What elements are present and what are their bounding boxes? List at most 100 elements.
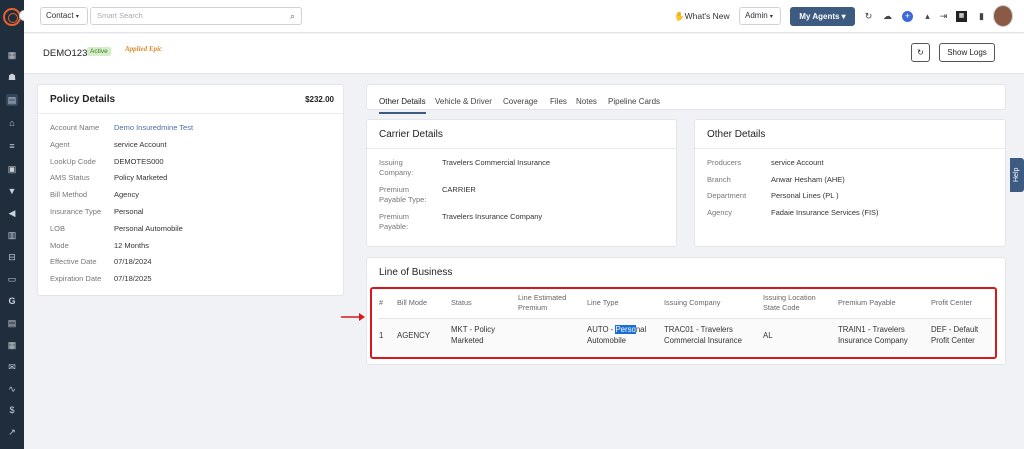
logout-icon[interactable]: ⇥ xyxy=(938,11,949,22)
field-value: service Account xyxy=(114,139,167,149)
field-value: 07/18/2024 xyxy=(114,257,152,267)
other-details-title: Other Details xyxy=(707,129,766,140)
cell-status: MKT - Policy Marketed xyxy=(451,325,496,345)
sidebar: › ▦ ☗ ▤ ⌂ ≡ ▣ ▼ ◀ ▥ ⊟ ▭ G ▤ ▦ ✉ ∿ $ ↗ xyxy=(0,0,30,449)
column-header: Status xyxy=(451,298,472,307)
column-header: Line Estimated Premium xyxy=(518,293,567,312)
field-label: LookUp Code xyxy=(50,156,96,166)
field-value[interactable]: Demo Insuredmine Test xyxy=(114,123,193,133)
tab-notes[interactable]: Notes xyxy=(576,97,597,106)
folder-icon[interactable]: ▭ xyxy=(6,273,18,285)
tab-files[interactable]: Files xyxy=(550,97,567,106)
megaphone-icon[interactable]: ◀ xyxy=(6,207,18,219)
add-icon[interactable]: + xyxy=(902,11,913,22)
field-value: Policy Marketed xyxy=(114,173,168,183)
cell-premium-payable: TRAIN1 - Travelers Insurance Company xyxy=(838,325,908,345)
policies-icon[interactable]: ▤ xyxy=(6,94,18,106)
policy-details-card: Policy Details $232.00 Account Name Demo … xyxy=(37,84,344,296)
field-label: Issuing Company: xyxy=(379,158,414,177)
account-id: DEMO1234 xyxy=(43,48,93,59)
column-header: Issuing Company xyxy=(664,298,721,307)
topbar: Contact ▾ Smart Search ⌕ ✋What's New Adm… xyxy=(24,0,1024,33)
dashboard-icon[interactable]: ▦ xyxy=(6,49,18,61)
cell-state: AL xyxy=(763,331,773,340)
column-header: Line Type xyxy=(587,298,619,307)
field-value: Personal Automobile xyxy=(114,223,183,233)
field-label: Mode xyxy=(50,240,69,250)
trend-icon[interactable]: ∿ xyxy=(6,383,18,395)
cell-line-type-2: Automobile xyxy=(587,336,627,345)
institution-icon[interactable]: ⌂ xyxy=(6,117,18,129)
whats-new-link[interactable]: ✋What's New xyxy=(674,11,730,22)
report-icon[interactable]: ▤ xyxy=(6,317,18,329)
field-value: Personal xyxy=(114,207,144,216)
cell-issuing-company: TRAC01 - Travelers Commercial Insurance xyxy=(664,325,742,345)
cell-line-type: AUTO - Personal xyxy=(587,324,667,335)
google-icon[interactable]: G xyxy=(6,295,18,307)
tab-coverage[interactable]: Coverage xyxy=(503,97,538,106)
field-value: Personal Lines (PL ) xyxy=(771,191,839,200)
list-icon[interactable]: ≡ xyxy=(6,140,18,152)
line-type-text: nal xyxy=(635,325,647,334)
show-logs-button[interactable]: Show Logs xyxy=(939,43,995,62)
column-header: Profit Center xyxy=(931,298,972,307)
field-value: CARRIER xyxy=(442,185,476,194)
contact-select[interactable]: Contact ▾ xyxy=(40,7,88,25)
dollar-icon[interactable]: $ xyxy=(6,404,18,416)
filter-icon[interactable]: ▼ xyxy=(6,185,18,197)
inbox-icon[interactable]: ⊟ xyxy=(6,251,18,263)
chart-icon[interactable]: ↗ xyxy=(6,426,18,438)
cell-number: 1 xyxy=(379,331,384,340)
policy-details-title: Policy Details xyxy=(50,94,116,105)
column-header: # xyxy=(379,298,384,307)
field-label: Agent xyxy=(50,139,70,149)
document-icon[interactable]: ▥ xyxy=(6,229,18,241)
calendar-icon[interactable]: ▦ xyxy=(6,339,18,351)
lob-title: Line of Business xyxy=(379,267,453,278)
sync-button[interactable]: ↻ xyxy=(911,43,930,62)
field-value: Travelers Insurance Company xyxy=(442,212,543,221)
admin-select[interactable]: Admin ▾ xyxy=(739,7,781,25)
line-type-text: AUTO - xyxy=(587,325,616,334)
field-value: Travelers Commercial Insurance xyxy=(442,158,551,167)
field-label: Branch xyxy=(707,174,731,184)
field-label: Agency xyxy=(707,207,733,217)
column-header: Premium Payable xyxy=(838,298,896,307)
field-value: 07/18/2025 xyxy=(114,274,152,284)
tab-pipeline-cards[interactable]: Pipeline Cards xyxy=(608,97,660,106)
field-label: AMS Status xyxy=(50,173,90,183)
field-label: Expiration Date xyxy=(50,274,102,284)
field-label: Producers xyxy=(707,158,742,167)
divider xyxy=(367,148,676,149)
tab-vehicle-driver[interactable]: Vehicle & Driver xyxy=(435,97,492,106)
field-label: Insurance Type xyxy=(50,207,102,216)
field-label: Premium Payable: xyxy=(379,212,410,231)
account-header: DEMO1234 Active Applied Epic ↻ Show Logs xyxy=(24,34,1024,74)
id-card-icon[interactable]: ▣ xyxy=(6,163,18,175)
field-label: Department xyxy=(707,191,747,200)
help-tab[interactable]: Help xyxy=(1010,158,1024,192)
field-value: Anwar Hesham (AHE) xyxy=(771,174,845,184)
carrier-details-title: Carrier Details xyxy=(379,129,443,140)
mail-icon[interactable]: ✉ xyxy=(6,361,18,373)
status-badge: Active xyxy=(87,47,111,56)
avatar[interactable] xyxy=(993,5,1013,27)
my-agents-button[interactable]: My Agents ▾ xyxy=(790,7,855,26)
contacts-icon[interactable]: ☗ xyxy=(6,71,18,83)
phone-icon[interactable]: ▮ xyxy=(976,11,987,22)
cloud-icon[interactable]: ☁ xyxy=(882,11,893,22)
field-value: Fadaie Insurance Services (FIS) xyxy=(771,207,879,217)
field-label: Premium Payable Type: xyxy=(379,185,427,204)
field-value: Agency xyxy=(114,190,140,200)
bell-icon[interactable]: ▴ xyxy=(922,11,933,22)
policy-amount: $232.00 xyxy=(305,95,334,104)
tab-other-details[interactable]: Other Details xyxy=(379,97,426,114)
selected-text: Perso xyxy=(615,325,636,334)
divider xyxy=(695,148,1005,149)
field-label: Effective Date xyxy=(50,257,97,267)
field-label: LOB xyxy=(50,223,66,233)
chip-icon[interactable]: ▦ xyxy=(956,11,967,22)
refresh-icon[interactable]: ↻ xyxy=(863,11,874,22)
search-input[interactable]: Smart Search xyxy=(90,7,302,25)
search-icon[interactable]: ⌕ xyxy=(284,7,302,25)
